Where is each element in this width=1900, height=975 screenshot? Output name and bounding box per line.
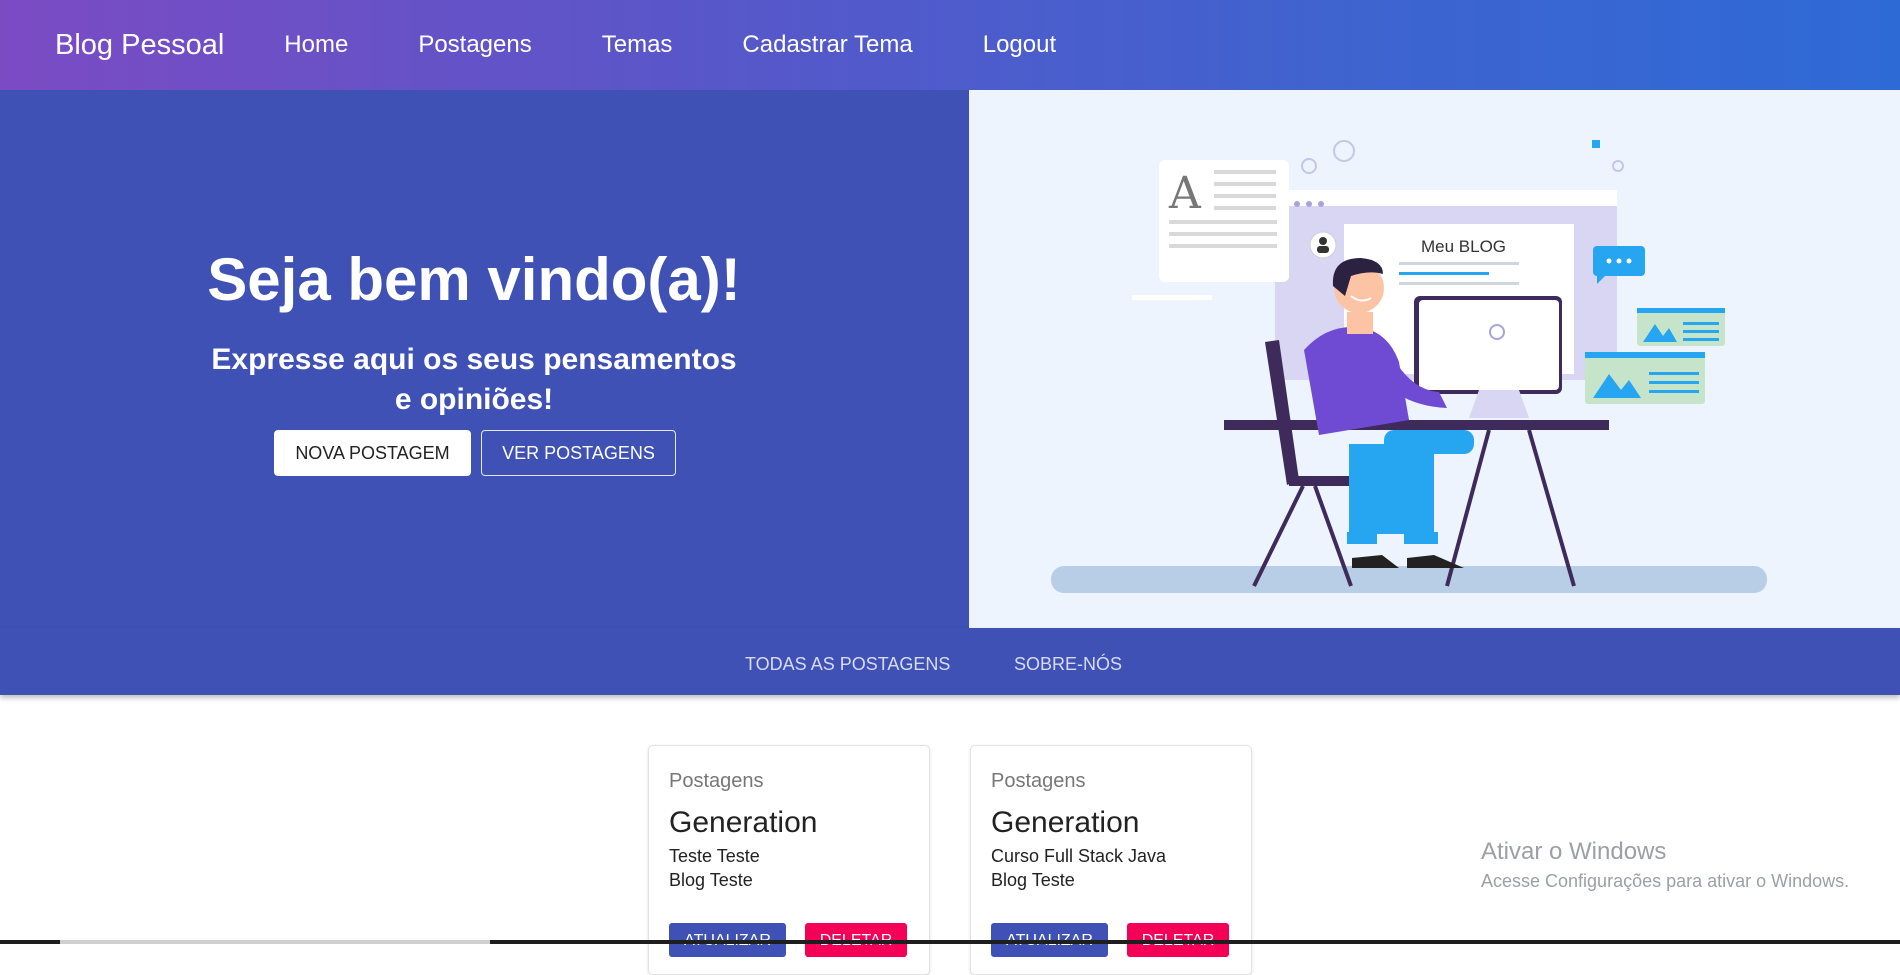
hero-subtitle-line1: Expresse aqui os seus pensamentos xyxy=(211,343,737,376)
hero-illustration: Meu BLOG A xyxy=(969,90,1900,628)
nav-cadastrar-tema[interactable]: Cadastrar Tema xyxy=(742,31,912,59)
hero-subtitle-line2: e opiniões! xyxy=(394,383,554,416)
brand-title[interactable]: Blog Pessoal xyxy=(55,29,224,62)
desk xyxy=(1224,420,1609,430)
hero-section: Seja bem vindo(a)! Expresse aqui os seus… xyxy=(0,90,969,628)
nav-temas[interactable]: Temas xyxy=(602,31,673,59)
blogger-illustration: Meu BLOG A xyxy=(1051,140,1767,593)
illustration-caption: Meu BLOG xyxy=(1421,237,1506,256)
deco-circle xyxy=(1333,140,1355,162)
nav-home[interactable]: Home xyxy=(284,31,348,59)
floor-shadow xyxy=(1051,566,1767,593)
post-text: Curso Full Stack Java xyxy=(991,846,1167,866)
deco-circle xyxy=(1612,160,1624,172)
svg-text:A: A xyxy=(1168,168,1202,219)
deco-square xyxy=(1592,140,1600,148)
post-title: Generation xyxy=(991,806,1140,839)
post-title: Generation xyxy=(669,806,818,839)
nav-postagens[interactable]: Postagens xyxy=(418,31,531,59)
nav-logout[interactable]: Logout xyxy=(983,31,1056,59)
taskbar-highlight xyxy=(60,940,490,944)
post-text: Teste Teste xyxy=(669,846,760,866)
post-section: Postagens xyxy=(669,770,764,792)
person-legs xyxy=(1349,444,1434,534)
tab-sobre-nos[interactable]: SOBRE-NÓS xyxy=(1014,654,1122,675)
new-post-button[interactable]: NOVA POSTAGEM xyxy=(274,430,471,476)
post-theme: Blog Teste xyxy=(991,870,1075,890)
tab-bar: TODAS AS POSTAGENS SOBRE-NÓS xyxy=(0,628,1900,695)
deco-circle xyxy=(1301,158,1317,174)
windows-activation-title: Ativar o Windows xyxy=(1481,838,1667,865)
browser-topbar xyxy=(1275,190,1617,206)
top-navbar: Blog Pessoal Home Postagens Temas Cadast… xyxy=(0,0,1900,90)
see-posts-button[interactable]: VER POSTAGENS xyxy=(481,430,676,476)
tab-todas-postagens[interactable]: TODAS AS POSTAGENS xyxy=(745,654,950,675)
hero-title: Seja bem vindo(a)! xyxy=(207,246,741,313)
post-theme: Blog Teste xyxy=(669,870,753,890)
post-section: Postagens xyxy=(991,770,1086,792)
windows-activation-subtitle: Acesse Configurações para ativar o Windo… xyxy=(1481,871,1850,891)
hero-subtitle: Expresse aqui os seus pensamentos e opin… xyxy=(200,340,748,420)
